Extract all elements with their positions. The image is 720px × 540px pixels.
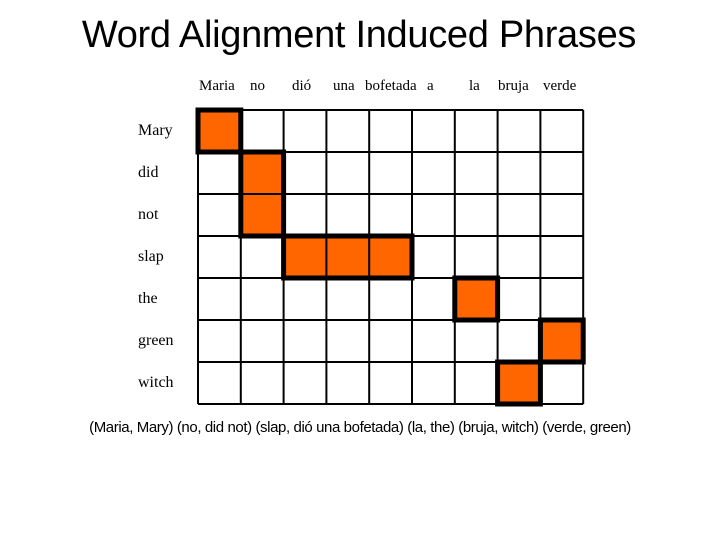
alignment-matrix xyxy=(195,107,586,407)
aligned-cell xyxy=(240,194,284,236)
aligned-cell xyxy=(283,236,327,278)
aligned-cell xyxy=(198,110,241,152)
aligned-cell xyxy=(454,278,498,320)
aligned-cell xyxy=(240,152,284,194)
aligned-cell xyxy=(326,236,370,278)
phrase-pairs-list: (Maria, Mary) (no, did not) (slap, dió u… xyxy=(89,419,631,436)
aligned-cell xyxy=(497,362,541,404)
aligned-cell xyxy=(369,236,412,278)
aligned-cell xyxy=(540,320,584,362)
